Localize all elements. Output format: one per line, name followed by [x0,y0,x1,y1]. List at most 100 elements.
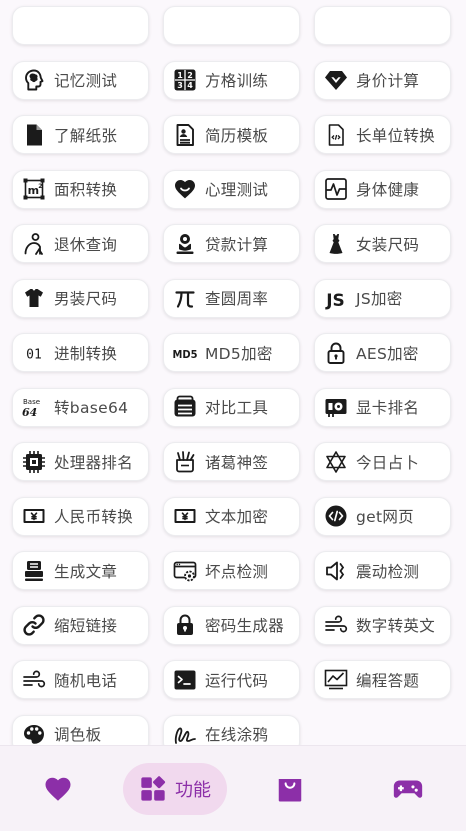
heartbeat-icon [324,177,348,201]
tool-card[interactable]: 显卡排名 [314,387,451,427]
tool-card[interactable]: 身体健康 [314,169,451,209]
bottom-navigation: 功能 [0,745,466,831]
svg-text:2: 2 [38,183,42,190]
tool-card[interactable]: 密码生成器 [163,605,300,645]
tool-card[interactable]: m 2 面积转换 [12,169,149,209]
tool-card[interactable]: 随机电话 [12,660,149,699]
svg-text:4: 4 [187,81,193,90]
nav-shop[interactable] [260,763,320,815]
paper-icon [22,123,46,147]
svg-text:1: 1 [177,71,183,80]
nav-functions-label: 功能 [175,780,211,801]
compare-icon [173,395,197,419]
fortune-jar-icon [173,450,197,474]
tool-card[interactable]: 处理器排名 [12,442,149,481]
terminal-icon [173,668,197,692]
tool-card[interactable]: 人民币转换 [12,496,149,536]
tool-label: 缩短链接 [54,617,118,635]
tool-card[interactable]: 简历模板 [163,115,300,154]
tool-card[interactable]: 调色板 [12,714,149,745]
tool-label: 人民币转换 [54,508,134,526]
tool-card[interactable]: 诸葛神签 [163,442,300,481]
tool-card[interactable]: 长单位转换 [314,115,451,154]
tool-label: 对比工具 [205,399,269,417]
tool-label: 进制转换 [54,344,118,363]
tool-card[interactable]: 01 进制转换 [12,333,149,372]
svg-text:JS: JS [325,291,345,310]
printer-icon [22,559,46,583]
tool-card[interactable]: AES加密 [314,333,451,372]
nav-favorites[interactable] [28,763,88,815]
tool-label: 震动检测 [356,562,420,581]
tool-label: 调色板 [54,726,102,744]
grid-icon [139,775,167,803]
svg-text:Base: Base [23,398,40,406]
tool-card[interactable]: 查圆周率 [163,278,300,318]
tool-card[interactable] [314,6,451,45]
tool-label: 退休查询 [54,235,118,254]
banknote-icon [22,504,46,528]
tool-card[interactable]: 身价计算 [314,60,451,100]
tool-card[interactable] [12,6,149,45]
resume-icon [173,123,197,147]
blank-icon [324,14,348,38]
tool-card[interactable]: JS JS加密 [314,278,451,318]
tool-card[interactable]: 文本加密 [163,496,300,536]
tool-card[interactable]: 震动检测 [314,551,451,590]
tool-card[interactable]: 运行代码 [163,660,300,699]
nav-games[interactable] [378,763,438,815]
tool-label: 心理测试 [205,181,269,199]
tool-card[interactable]: 对比工具 [163,387,300,427]
tool-card[interactable]: 缩短链接 [12,605,149,645]
tool-card[interactable]: 贷款计算 [163,224,300,263]
tool-card[interactable]: 坏点检测 [163,551,300,590]
tool-label: 男装尺码 [54,290,118,308]
tool-label: 贷款计算 [205,235,269,254]
tool-label: JS加密 [356,290,403,308]
tool-card[interactable]: 生成文章 [12,551,149,590]
tool-label: 了解纸张 [54,126,118,145]
tool-label: 密码生成器 [205,617,285,635]
tool-label: 处理器排名 [54,453,134,472]
tool-card[interactable]: Base 64 转base64 [12,387,149,427]
heart-smile-icon [173,177,197,201]
tool-card[interactable]: 了解纸张 [12,115,149,154]
diamond-icon [324,68,348,92]
binary-icon: 01 [22,341,46,365]
tool-card[interactable]: 记忆测试 [12,60,149,100]
pi-icon [173,286,197,310]
tool-label: 记忆测试 [54,72,118,90]
tool-label: 方格训练 [205,72,269,90]
tool-label: 编程答题 [356,671,420,690]
brain-head-icon [22,68,46,92]
scribble-icon [173,722,197,745]
js-icon: JS [324,286,348,310]
tshirt-icon [22,286,46,310]
tool-card[interactable]: 数字转英文 [314,605,451,645]
dress-icon [324,232,348,256]
text-encrypt-icon [173,504,197,528]
tool-label: 转base64 [54,399,129,417]
tool-label: 面积转换 [54,181,118,199]
tool-label: 长单位转换 [356,126,436,145]
tool-card[interactable]: 男装尺码 [12,278,149,318]
tool-card[interactable]: MD5 MD5加密 [163,333,300,372]
tool-card[interactable]: 女装尺码 [314,224,451,263]
tool-label: 坏点检测 [205,562,269,581]
tool-card[interactable]: 1 2 3 4 方格训练 [163,60,300,100]
tool-card[interactable] [163,6,300,45]
elder-person-icon [22,232,46,256]
lock-icon [324,341,348,365]
vibrate-icon [324,559,348,583]
tool-label: get网页 [356,508,414,526]
tool-card[interactable]: 心理测试 [163,169,300,209]
tool-card[interactable]: 在线涂鸦 [163,714,300,745]
tool-card[interactable]: 退休查询 [12,224,149,263]
tool-label: 显卡排名 [356,399,420,417]
tool-label: 今日占卜 [356,453,420,472]
tool-card[interactable]: get网页 [314,496,451,536]
nav-functions[interactable]: 功能 [123,763,227,815]
hand-coin-icon [173,232,197,256]
tool-card[interactable]: 今日占卜 [314,442,451,481]
tool-card[interactable]: 编程答题 [314,660,451,699]
